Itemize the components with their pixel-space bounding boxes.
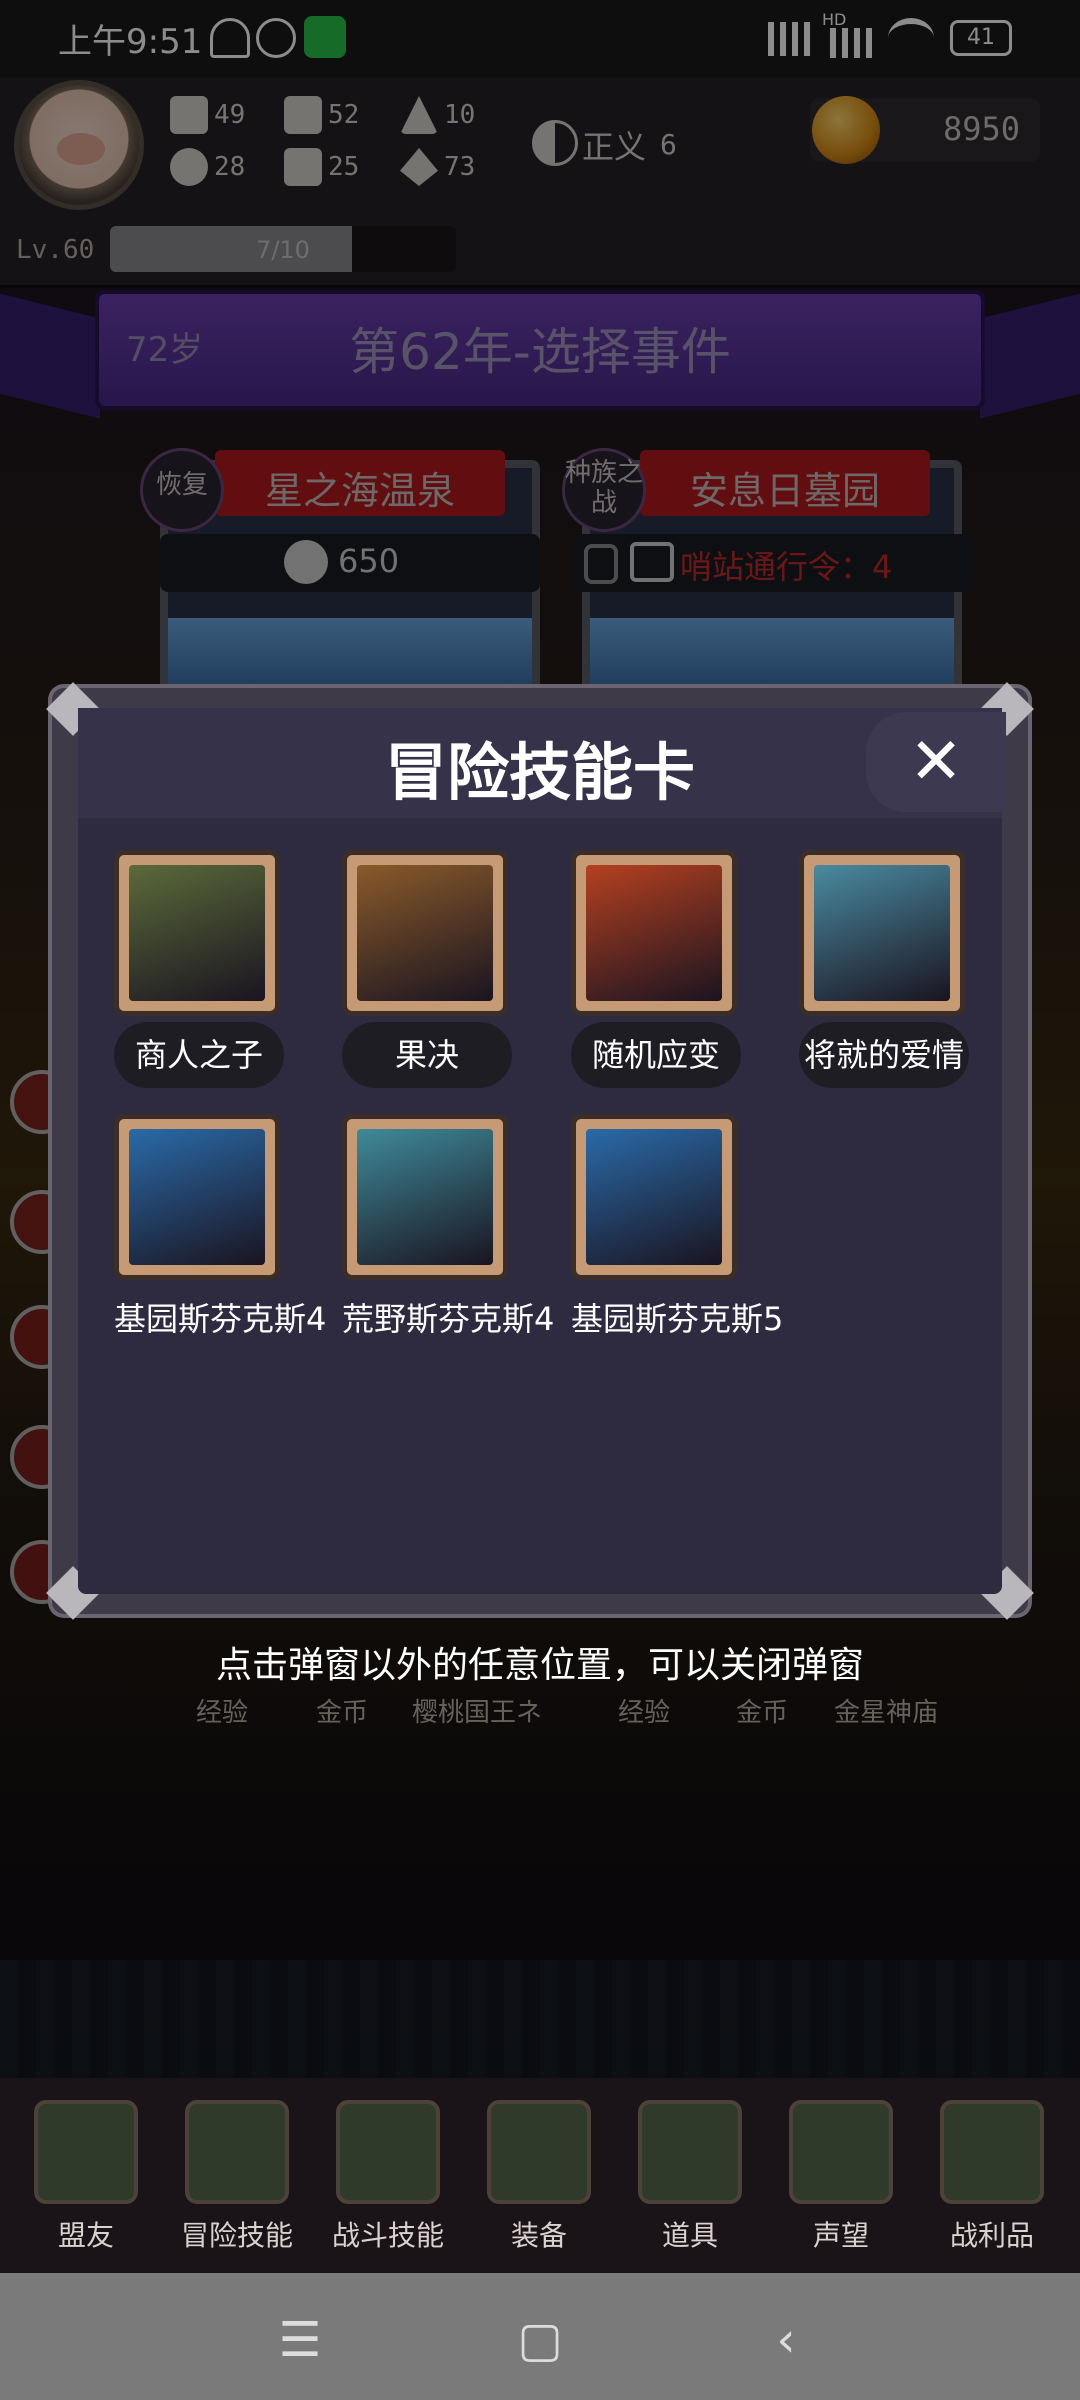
- skill-label: 商人之子: [114, 1022, 284, 1088]
- sphinx-pyramid-icon: [357, 1129, 493, 1265]
- skill-card-7[interactable]: 基园斯芬克斯5: [571, 1114, 784, 1352]
- skill-portrait-icon: [586, 865, 722, 1001]
- skill-frame: [114, 1114, 280, 1280]
- skill-label: 荒野斯芬克斯4: [342, 1300, 555, 1338]
- skill-landscape-icon: [814, 865, 950, 1001]
- back-button[interactable]: ‹: [756, 2310, 816, 2370]
- sphinx-icon: [129, 1129, 265, 1265]
- close-hint: 点击弹窗以外的任意位置，可以关闭弹窗: [215, 1645, 864, 1686]
- backpack-icon: [336, 2100, 440, 2204]
- handshake-icon: [34, 2100, 138, 2204]
- nav-allies[interactable]: 盟友: [26, 2100, 146, 2254]
- nav-label: 道具: [661, 2219, 718, 2252]
- scroll-icon: [789, 2100, 893, 2204]
- skill-card-3[interactable]: 随机应变: [571, 850, 741, 1088]
- skill-card-2[interactable]: 果决: [342, 850, 512, 1088]
- skill-card-5[interactable]: 基园斯芬克斯4: [114, 1114, 327, 1352]
- skill-label: 基园斯芬克斯5: [571, 1300, 784, 1338]
- satchel-icon: [638, 2100, 742, 2204]
- nav-equipment[interactable]: 装备: [479, 2100, 599, 2254]
- menu-button[interactable]: ☰: [270, 2310, 330, 2370]
- nav-battle-skills[interactable]: 战斗技能: [328, 2100, 448, 2254]
- sphinx-icon: [586, 1129, 722, 1265]
- nav-label: 战利品: [949, 2219, 1034, 2252]
- close-button[interactable]: ✕: [866, 712, 1006, 812]
- skill-label: 果决: [342, 1022, 512, 1088]
- modal-title: 冒险技能卡: [384, 736, 695, 809]
- skill-frame: [799, 850, 965, 1016]
- nav-adventure-skills[interactable]: 冒险技能: [177, 2100, 297, 2254]
- skill-card-1[interactable]: 商人之子: [114, 850, 284, 1088]
- treasure-chest-icon: [940, 2100, 1044, 2204]
- crossed-swords-icon: [487, 2100, 591, 2204]
- skill-label: 随机应变: [571, 1022, 741, 1088]
- book-icon: [185, 2100, 289, 2204]
- nav-label: 冒险技能: [180, 2219, 293, 2252]
- skill-frame: [342, 1114, 508, 1280]
- skill-portrait-icon: [129, 865, 265, 1001]
- nav-label: 盟友: [57, 2219, 114, 2252]
- nav-loot[interactable]: 战利品: [932, 2100, 1052, 2254]
- nav-reputation[interactable]: 声望: [781, 2100, 901, 2254]
- skill-label: 基园斯芬克斯4: [114, 1300, 327, 1338]
- skill-frame: [342, 850, 508, 1016]
- skill-frame: [571, 850, 737, 1016]
- skill-card-4[interactable]: 将就的爱情: [799, 850, 969, 1088]
- home-button[interactable]: ▢: [510, 2310, 570, 2370]
- nav-items[interactable]: 道具: [630, 2100, 750, 2254]
- nav-label: 声望: [812, 2219, 869, 2252]
- nav-label: 装备: [510, 2219, 567, 2252]
- skill-frame: [571, 1114, 737, 1280]
- skill-frame: [114, 850, 280, 1016]
- skill-card-6[interactable]: 荒野斯芬克斯4: [342, 1114, 555, 1352]
- nav-label: 战斗技能: [331, 2219, 444, 2252]
- skill-label: 将就的爱情: [799, 1022, 969, 1088]
- skill-portrait-icon: [357, 865, 493, 1001]
